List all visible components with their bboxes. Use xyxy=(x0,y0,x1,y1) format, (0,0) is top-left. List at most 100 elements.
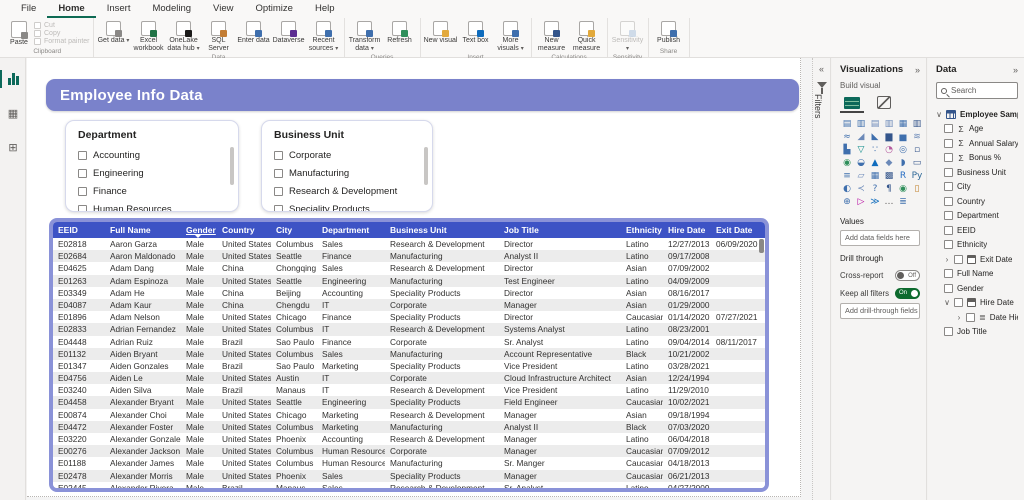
field-checkbox[interactable] xyxy=(944,284,953,293)
report-view-button[interactable] xyxy=(0,66,26,92)
matrix-icon[interactable]: ▩ xyxy=(882,170,896,183)
expand-icon[interactable]: › xyxy=(944,255,950,264)
field-checkbox[interactable] xyxy=(944,182,953,191)
expand-icon[interactable]: › xyxy=(956,313,962,322)
100-stacked-bar-chart-icon[interactable]: ▦ xyxy=(896,118,910,131)
column-header-job-title[interactable]: Job Title xyxy=(499,222,621,238)
table-row[interactable]: E01347Aiden GonzalesMaleBrazilSao PauloM… xyxy=(53,360,765,372)
field-item[interactable]: Σ Bonus % xyxy=(936,151,1018,166)
line-and-stacked-column-chart-icon[interactable]: ▆ xyxy=(882,131,896,144)
table-row[interactable]: E04087Adam KaurMaleChinaChengduITCorpora… xyxy=(53,299,765,311)
keep-all-filters-toggle[interactable]: On xyxy=(895,288,920,299)
table-icon[interactable]: ▦ xyxy=(868,170,882,183)
paste-button[interactable]: Paste xyxy=(5,20,33,47)
column-header-business-unit[interactable]: Business Unit xyxy=(385,222,499,238)
new-visual-icon[interactable]: New visual xyxy=(424,20,458,45)
checkbox-icon[interactable] xyxy=(274,187,283,196)
gauge-icon[interactable]: ◗ xyxy=(896,157,910,170)
field-checkbox[interactable] xyxy=(944,153,953,162)
line-and-clustered-column-chart-icon[interactable]: ▅ xyxy=(896,131,910,144)
field-item[interactable]: Department xyxy=(936,209,1018,224)
r-script-icon[interactable]: R xyxy=(896,170,910,183)
slicer-option[interactable]: Engineering xyxy=(78,164,228,182)
field-item[interactable]: Σ Age xyxy=(936,122,1018,137)
enter-data-icon[interactable]: Enter data xyxy=(237,20,271,45)
transform-data-icon[interactable]: Transform data ▾ xyxy=(348,20,382,53)
expand-icon[interactable]: ∨ xyxy=(944,298,950,307)
stacked-column-chart-icon[interactable]: ▥ xyxy=(854,118,868,131)
table-row[interactable]: E04448Adrian RuizMaleBrazilSao PauloFina… xyxy=(53,336,765,348)
format-visual-tab[interactable] xyxy=(872,94,896,113)
table-row[interactable]: E00276Alexander JacksonMaleUnited States… xyxy=(53,445,765,457)
area-chart-icon[interactable]: ◢ xyxy=(854,131,868,144)
slicer-option[interactable]: Finance xyxy=(78,182,228,200)
table-row[interactable]: E02833Adrian FernandezMaleUnited StatesC… xyxy=(53,323,765,335)
format-list-icon[interactable]: ≣ xyxy=(896,196,910,209)
field-item[interactable]: ∨ Hire Date xyxy=(936,296,1018,311)
field-item[interactable]: Full Name xyxy=(936,267,1018,282)
sql-server-icon[interactable]: SQL Server xyxy=(202,20,236,53)
field-item[interactable]: Σ Annual Salary xyxy=(936,136,1018,151)
collapse-pane-icon[interactable]: » xyxy=(915,65,920,75)
table-scrollbar[interactable] xyxy=(759,239,764,485)
field-checkbox[interactable] xyxy=(944,211,953,220)
menu-tab[interactable]: Modeling xyxy=(141,0,202,18)
checkbox-icon[interactable] xyxy=(274,151,283,160)
checkbox-icon[interactable] xyxy=(78,187,87,196)
key-influencers-icon[interactable]: ◐ xyxy=(840,183,854,196)
more-visuals-icon[interactable]: More visuals ▾ xyxy=(494,20,528,53)
paginated-report-icon[interactable]: ▯ xyxy=(910,183,924,196)
card-icon[interactable]: ▭ xyxy=(910,157,924,170)
dataverse-icon[interactable]: Dataverse xyxy=(272,20,306,45)
refresh-icon[interactable]: Refresh xyxy=(383,20,417,45)
multi-row-card-icon[interactable]: ≡ xyxy=(840,170,854,183)
column-header-ethnicity[interactable]: Ethnicity xyxy=(621,222,663,238)
build-visual-tab[interactable] xyxy=(840,94,864,113)
stacked-bar-chart-icon[interactable]: ▤ xyxy=(840,118,854,131)
shape-map-icon[interactable]: ◆ xyxy=(882,157,896,170)
slicer-option[interactable]: Human Resources xyxy=(78,200,228,212)
column-header-full-name[interactable]: Full Name xyxy=(105,222,181,238)
table-row[interactable]: E01132Aiden BryantMaleUnited StatesColum… xyxy=(53,348,765,360)
field-checkbox[interactable] xyxy=(944,269,953,278)
field-checkbox[interactable] xyxy=(944,226,953,235)
menu-tab[interactable]: Help xyxy=(304,0,346,18)
excel-workbook-icon[interactable]: Excel workbook xyxy=(132,20,166,53)
column-header-hire-date[interactable]: Hire Date xyxy=(663,222,711,238)
map-icon[interactable]: ◉ xyxy=(840,157,854,170)
table-row[interactable]: E02684Aaron MaldonadoMaleUnited StatesSe… xyxy=(53,250,765,262)
table-row[interactable]: E04625Adam DangMaleChinaChongqingSalesRe… xyxy=(53,262,765,274)
field-item[interactable]: › ≣ Date Hierarchy xyxy=(936,310,1018,325)
slicer-department[interactable]: Department Accounting Engineering xyxy=(65,120,239,212)
table-view-button[interactable]: ▦ xyxy=(0,100,26,126)
scatter-chart-icon[interactable]: ∵ xyxy=(868,144,882,157)
add-drill-through-fields-well[interactable]: Add drill-through fields here xyxy=(840,303,920,319)
python-icon[interactable]: Py xyxy=(910,170,924,183)
field-item[interactable]: City xyxy=(936,180,1018,195)
report-page[interactable]: Employee Info Data Department Accounting xyxy=(27,58,801,497)
smart-narrative-icon[interactable]: ¶ xyxy=(882,183,896,196)
slicer-option[interactable]: Manufacturing xyxy=(274,164,422,182)
funnel-chart-icon[interactable]: ▽ xyxy=(854,144,868,157)
quick-measure-icon[interactable]: Quick measure xyxy=(570,20,604,53)
filters-pane-collapsed[interactable]: « Filters xyxy=(812,58,831,500)
stacked-area-chart-icon[interactable]: ◣ xyxy=(868,131,882,144)
clustered-column-chart-icon[interactable]: ▥ xyxy=(882,118,896,131)
data-table-item[interactable]: ∨ Employee Sample Data xyxy=(936,107,1018,122)
report-title-banner[interactable]: Employee Info Data xyxy=(46,79,799,111)
model-view-button[interactable]: ⊞ xyxy=(0,134,26,160)
table-row[interactable]: E02445Alexander RiveraMaleBrazilManausSa… xyxy=(53,482,765,488)
table-row[interactable]: E01896Adam NelsonMaleUnited StatesChicag… xyxy=(53,311,765,323)
column-header-department[interactable]: Department xyxy=(317,222,385,238)
publish-icon[interactable]: Publish xyxy=(652,20,686,45)
field-item[interactable]: Country xyxy=(936,194,1018,209)
slicer-option[interactable]: Corporate xyxy=(274,146,422,164)
table-row[interactable]: E01263Adam EspinozaMaleUnited StatesSeat… xyxy=(53,275,765,287)
table-row[interactable]: E03220Alexander GonzalesMaleUnited State… xyxy=(53,433,765,445)
field-item[interactable]: Ethnicity xyxy=(936,238,1018,253)
recent-sources-icon[interactable]: Recent sources ▾ xyxy=(307,20,341,53)
power-automate-icon[interactable]: ≫ xyxy=(868,196,882,209)
column-header-exit-date[interactable]: Exit Date xyxy=(711,222,765,238)
field-checkbox[interactable] xyxy=(954,255,963,264)
scrollbar[interactable] xyxy=(424,147,428,185)
